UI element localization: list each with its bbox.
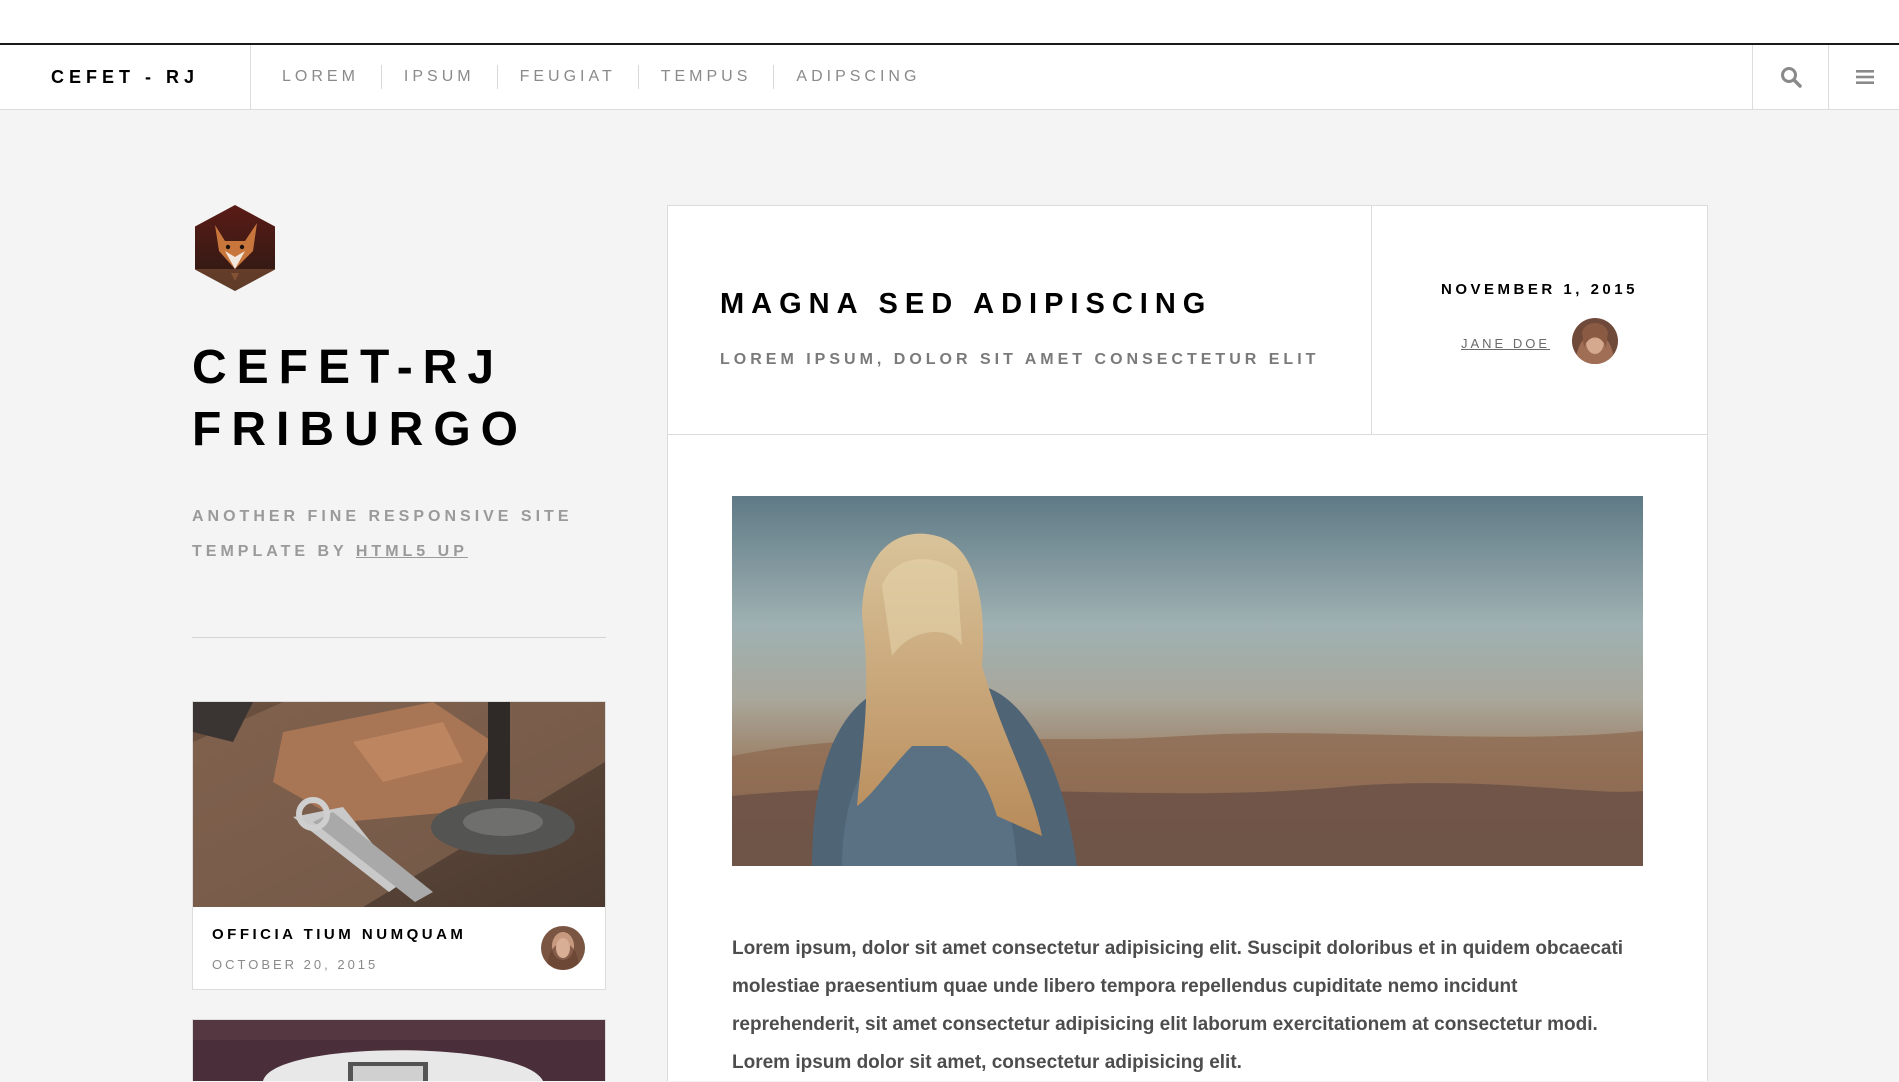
mini-post-title[interactable]: OFFICIA TIUM NUMQUAM: [212, 926, 466, 943]
post-meta: NOVEMBER 1, 2015 JANE DOE: [1372, 206, 1707, 434]
site-tagline: ANOTHER FINE RESPONSIVE SITE TEMPLATE BY…: [192, 499, 606, 569]
hamburger-menu-icon: [1855, 70, 1874, 84]
post-featured-image[interactable]: [732, 496, 1643, 866]
site-title-line-1: CEFET-RJ: [192, 341, 505, 394]
sidebar-divider: [192, 637, 606, 638]
main-nav: LOREM IPSUM FEUGIAT TEMPUS ADIPSCING: [250, 45, 942, 109]
mini-post[interactable]: OFFICIA TIUM NUMQUAM OCTOBER 20, 2015: [192, 701, 606, 990]
post-body: Lorem ipsum, dolor sit amet consectetur …: [732, 938, 1624, 1073]
nav-link-lorem[interactable]: LOREM: [260, 65, 381, 89]
menu-button[interactable]: [1828, 45, 1899, 109]
site-title-line-2: FRIBURGO: [192, 403, 528, 456]
nav-link-feugiat[interactable]: FEUGIAT: [496, 65, 638, 89]
main-post: MAGNA SED ADIPISCING LOREM IPSUM, DOLOR …: [667, 205, 1708, 1081]
post-subtitle: LOREM IPSUM, DOLOR SIT AMET CONSECTETUR …: [720, 351, 1320, 368]
browser-top-strip: [0, 0, 1899, 45]
mini-post-date: OCTOBER 20, 2015: [212, 957, 379, 972]
post-header: MAGNA SED ADIPISCING LOREM IPSUM, DOLOR …: [668, 206, 1707, 435]
tagline-link[interactable]: HTML5 UP: [356, 543, 468, 560]
mini-post-header: OFFICIA TIUM NUMQUAM OCTOBER 20, 2015: [193, 907, 605, 989]
mini-post-2-image[interactable]: [192, 1019, 606, 1081]
post-author-link[interactable]: JANE DOE: [1461, 336, 1550, 351]
nav-link-tempus[interactable]: TEMPUS: [637, 65, 774, 89]
fox-logo-icon[interactable]: [195, 205, 275, 291]
site-title: CEFET-RJ FRIBURGO: [192, 337, 606, 461]
author-avatar[interactable]: [1572, 318, 1618, 364]
top-navbar: CEFET - RJ LOREM IPSUM FEUGIAT TEMPUS AD…: [0, 45, 1899, 110]
mini-post-image[interactable]: [193, 702, 605, 907]
nav-link-adipscing[interactable]: ADIPSCING: [773, 65, 942, 89]
nav-link-ipsum[interactable]: IPSUM: [380, 65, 497, 89]
site-brand[interactable]: CEFET - RJ: [0, 45, 251, 109]
mini-post-avatar[interactable]: [541, 926, 585, 970]
post-date: NOVEMBER 1, 2015: [1441, 281, 1638, 298]
search-icon: [1781, 67, 1802, 88]
sidebar: CEFET-RJ FRIBURGO ANOTHER FINE RESPONSIV…: [192, 205, 606, 990]
post-title[interactable]: MAGNA SED ADIPISCING: [720, 288, 1212, 321]
search-button[interactable]: [1752, 45, 1829, 109]
post-title-block: MAGNA SED ADIPISCING LOREM IPSUM, DOLOR …: [668, 206, 1372, 434]
